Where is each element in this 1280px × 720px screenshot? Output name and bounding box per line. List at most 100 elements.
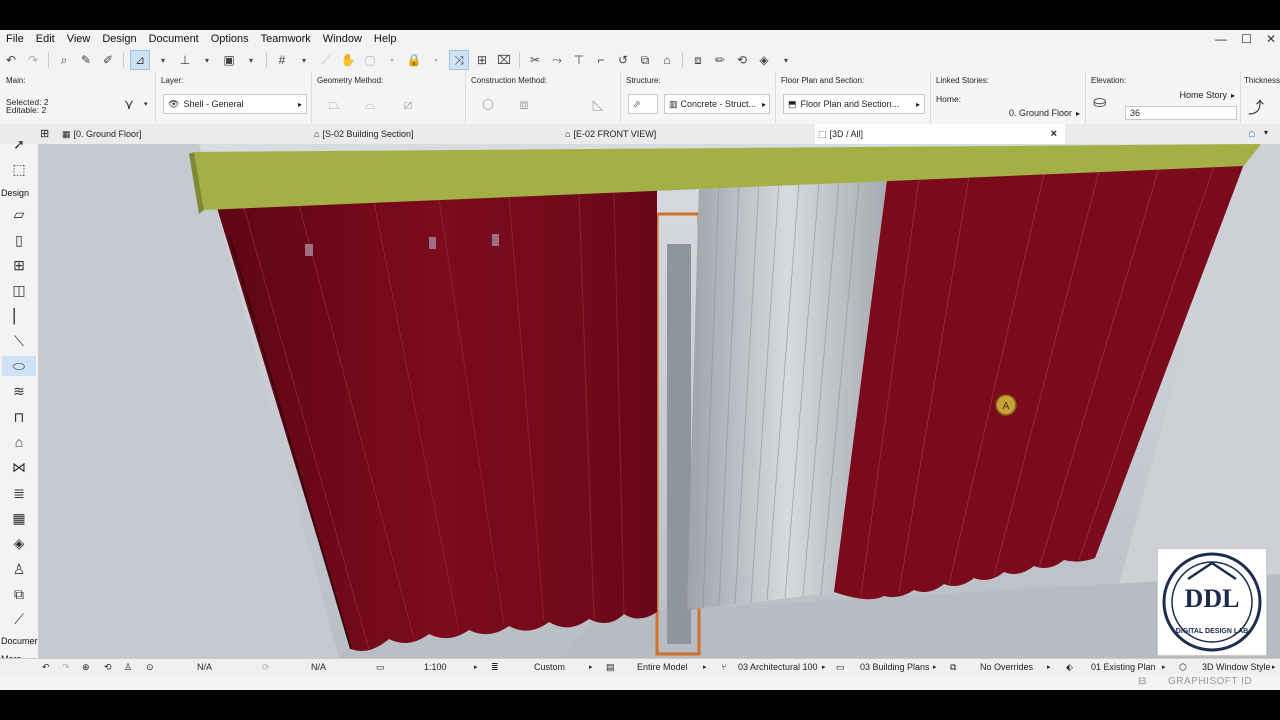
guide-dropdown-icon[interactable]: ▾ <box>154 51 172 69</box>
overrides-value[interactable]: No Overrides <box>980 659 1033 675</box>
structure-dropdown[interactable]: ▥ Concrete - Struct... ▸ <box>664 94 770 114</box>
tab-navigator-icon[interactable]: ⊞ <box>40 127 49 140</box>
skylight-tool-icon[interactable]: ⧉ <box>8 584 30 604</box>
arrow-tool-icon[interactable]: ➚ <box>8 134 30 154</box>
mesh-icon[interactable]: ⟲ <box>733 51 751 69</box>
lock-icon[interactable]: 🔒 <box>405 51 423 69</box>
groups-dropdown-icon[interactable]: ▾ <box>242 51 260 69</box>
edit-profile-icon[interactable]: ✏ <box>711 51 729 69</box>
elevation-reference-dropdown[interactable]: Home Story ▸ <box>1145 88 1237 102</box>
explore-icon[interactable]: ♙ <box>124 659 132 675</box>
zone-tool-icon[interactable]: ♙ <box>8 559 30 579</box>
structure-display-value[interactable]: Entire Model <box>637 659 688 675</box>
chevron-right-icon[interactable]: ▸ <box>933 659 937 675</box>
pick-up-icon[interactable]: ✎ <box>77 51 95 69</box>
menu-help[interactable]: Help <box>368 33 403 45</box>
menu-file[interactable]: File <box>0 33 30 45</box>
menu-design[interactable]: Design <box>96 33 142 45</box>
object-tool-icon[interactable]: ◫ <box>8 280 30 300</box>
floorplan-dropdown[interactable]: ⬒ Floor Plan and Section... ▸ <box>783 94 925 114</box>
pen-set-value[interactable]: 03 Architectural 100 <box>738 659 818 675</box>
render-icon[interactable]: ◈ <box>755 51 773 69</box>
layers-icon[interactable]: ▢ <box>361 51 379 69</box>
grid-icon[interactable]: # <box>273 51 291 69</box>
wall-tool-icon[interactable]: ▱ <box>8 204 30 224</box>
settings-dropdown-icon[interactable]: ▾ <box>144 100 148 108</box>
fillet-icon[interactable]: ⌐ <box>592 51 610 69</box>
hand-icon[interactable]: ✋ <box>339 51 357 69</box>
orbit-icon[interactable]: ⟲ <box>104 659 112 675</box>
3d-viewport[interactable]: A <box>39 144 1280 658</box>
menu-edit[interactable]: Edit <box>30 33 61 45</box>
redo-view-icon[interactable]: ↷ <box>62 659 70 675</box>
guide-lines-icon[interactable]: ⊿ <box>130 50 150 70</box>
structure-type-dropdown[interactable]: ⬀ <box>628 94 658 114</box>
split-icon[interactable]: ✂ <box>526 51 544 69</box>
slab-tool-icon[interactable]: ≣ <box>8 483 30 503</box>
construction-method-3-icon[interactable]: ◺ <box>585 94 611 114</box>
close-window-button[interactable]: ✕ <box>1266 32 1276 46</box>
trim-icon[interactable]: ⊤ <box>570 51 588 69</box>
marquee-tool-icon[interactable]: ⬚ <box>8 159 30 179</box>
explode-icon[interactable]: ⧉ <box>636 51 654 69</box>
selection-icon[interactable]: ⤨ <box>449 50 469 70</box>
ramp-tool-icon[interactable]: ⟋ <box>8 609 30 629</box>
model-view-value[interactable]: 03 Building Plans <box>860 659 930 675</box>
menu-window[interactable]: Window <box>317 33 368 45</box>
menu-teamwork[interactable]: Teamwork <box>255 33 317 45</box>
revolved-shell-icon[interactable]: ⌓ <box>357 94 383 114</box>
fit-in-window-icon[interactable]: ⊙ <box>146 659 154 675</box>
adjust-icon[interactable]: ⤳ <box>548 51 566 69</box>
solid-operations-icon[interactable]: ⧈ <box>689 51 707 69</box>
layers-dropdown-icon[interactable]: ▾ <box>383 51 401 69</box>
tab-ground-floor[interactable]: ▦ [0. Ground Floor] <box>62 124 312 144</box>
redo-icon[interactable]: ↷ <box>24 51 42 69</box>
window-tool-icon[interactable]: ⊞ <box>8 255 30 275</box>
elevation-input[interactable]: 36 <box>1125 106 1237 120</box>
suspend-groups-icon[interactable]: ▣ <box>220 51 238 69</box>
construction-method-2-icon[interactable]: ⧈ <box>511 94 537 114</box>
layer-combination-value[interactable]: Custom <box>534 659 565 675</box>
beam-tool-icon[interactable]: ⟍ <box>8 331 30 351</box>
construction-method-1-icon[interactable]: ⬡ <box>475 94 501 114</box>
lock-dropdown-icon[interactable]: ▾ <box>427 51 445 69</box>
renovation-value[interactable]: 01 Existing Plan <box>1091 659 1156 675</box>
morph-tool-icon[interactable]: ⋈ <box>8 457 30 477</box>
cut-icon[interactable]: ⌧ <box>495 51 513 69</box>
graphisoft-id-label[interactable]: GRAPHISOFT ID <box>1168 676 1252 687</box>
stair-tool-icon[interactable]: ≋ <box>8 381 30 401</box>
scale-value[interactable]: 1:100 <box>424 659 447 675</box>
offset-icon[interactable]: ↺ <box>614 51 632 69</box>
curtain-wall-tool-icon[interactable]: ▦ <box>8 508 30 528</box>
shell-tool-icon[interactable]: ⬭ <box>2 356 36 376</box>
undo-view-icon[interactable]: ↶ <box>42 659 50 675</box>
chevron-right-icon[interactable]: ▸ <box>1162 659 1166 675</box>
tab-3d-all[interactable]: ⬚ [3D / All] × <box>815 124 1065 144</box>
shell-tool-icon[interactable]: ⋎ <box>116 94 142 114</box>
view-options-icon[interactable]: ⌂ <box>1248 126 1255 140</box>
graphisoft-id-icon[interactable]: ⊟ <box>1138 676 1146 687</box>
rotate-icon[interactable]: ⟳ <box>262 659 270 675</box>
home-story-dropdown[interactable]: 0. Ground Floor ▸ <box>990 106 1082 120</box>
document-label[interactable]: Documer <box>1 636 38 646</box>
roof-tool-icon[interactable]: ⌂ <box>8 432 30 452</box>
magic-wand-icon[interactable]: ⟋ <box>317 51 335 69</box>
grid-dropdown-icon[interactable]: ▾ <box>295 51 313 69</box>
tab-building-section[interactable]: ⌂ [S-02 Building Section] <box>314 124 564 144</box>
inject-icon[interactable]: ✐ <box>99 51 117 69</box>
find-select-icon[interactable]: ⌕ <box>55 51 73 69</box>
menu-view[interactable]: View <box>61 33 97 45</box>
minimize-button[interactable]: — <box>1215 32 1227 46</box>
chevron-right-icon[interactable]: ▸ <box>1272 659 1276 675</box>
chevron-right-icon[interactable]: ▸ <box>1047 659 1051 675</box>
chevron-right-icon[interactable]: ▸ <box>703 659 707 675</box>
layer-dropdown[interactable]: 👁 Shell - General ▸ <box>163 94 307 114</box>
tab-close-icon[interactable]: × <box>1051 128 1057 140</box>
maximize-button[interactable]: ☐ <box>1241 32 1252 46</box>
chevron-right-icon[interactable]: ▸ <box>589 659 593 675</box>
door-tool-icon[interactable]: ▯ <box>8 230 30 250</box>
extruded-shell-icon[interactable]: ⏢ <box>321 94 347 114</box>
mesh-tool-icon[interactable]: ◈ <box>8 533 30 553</box>
snap-dropdown-icon[interactable]: ▾ <box>198 51 216 69</box>
zoom-in-icon[interactable]: ⊕ <box>82 659 90 675</box>
